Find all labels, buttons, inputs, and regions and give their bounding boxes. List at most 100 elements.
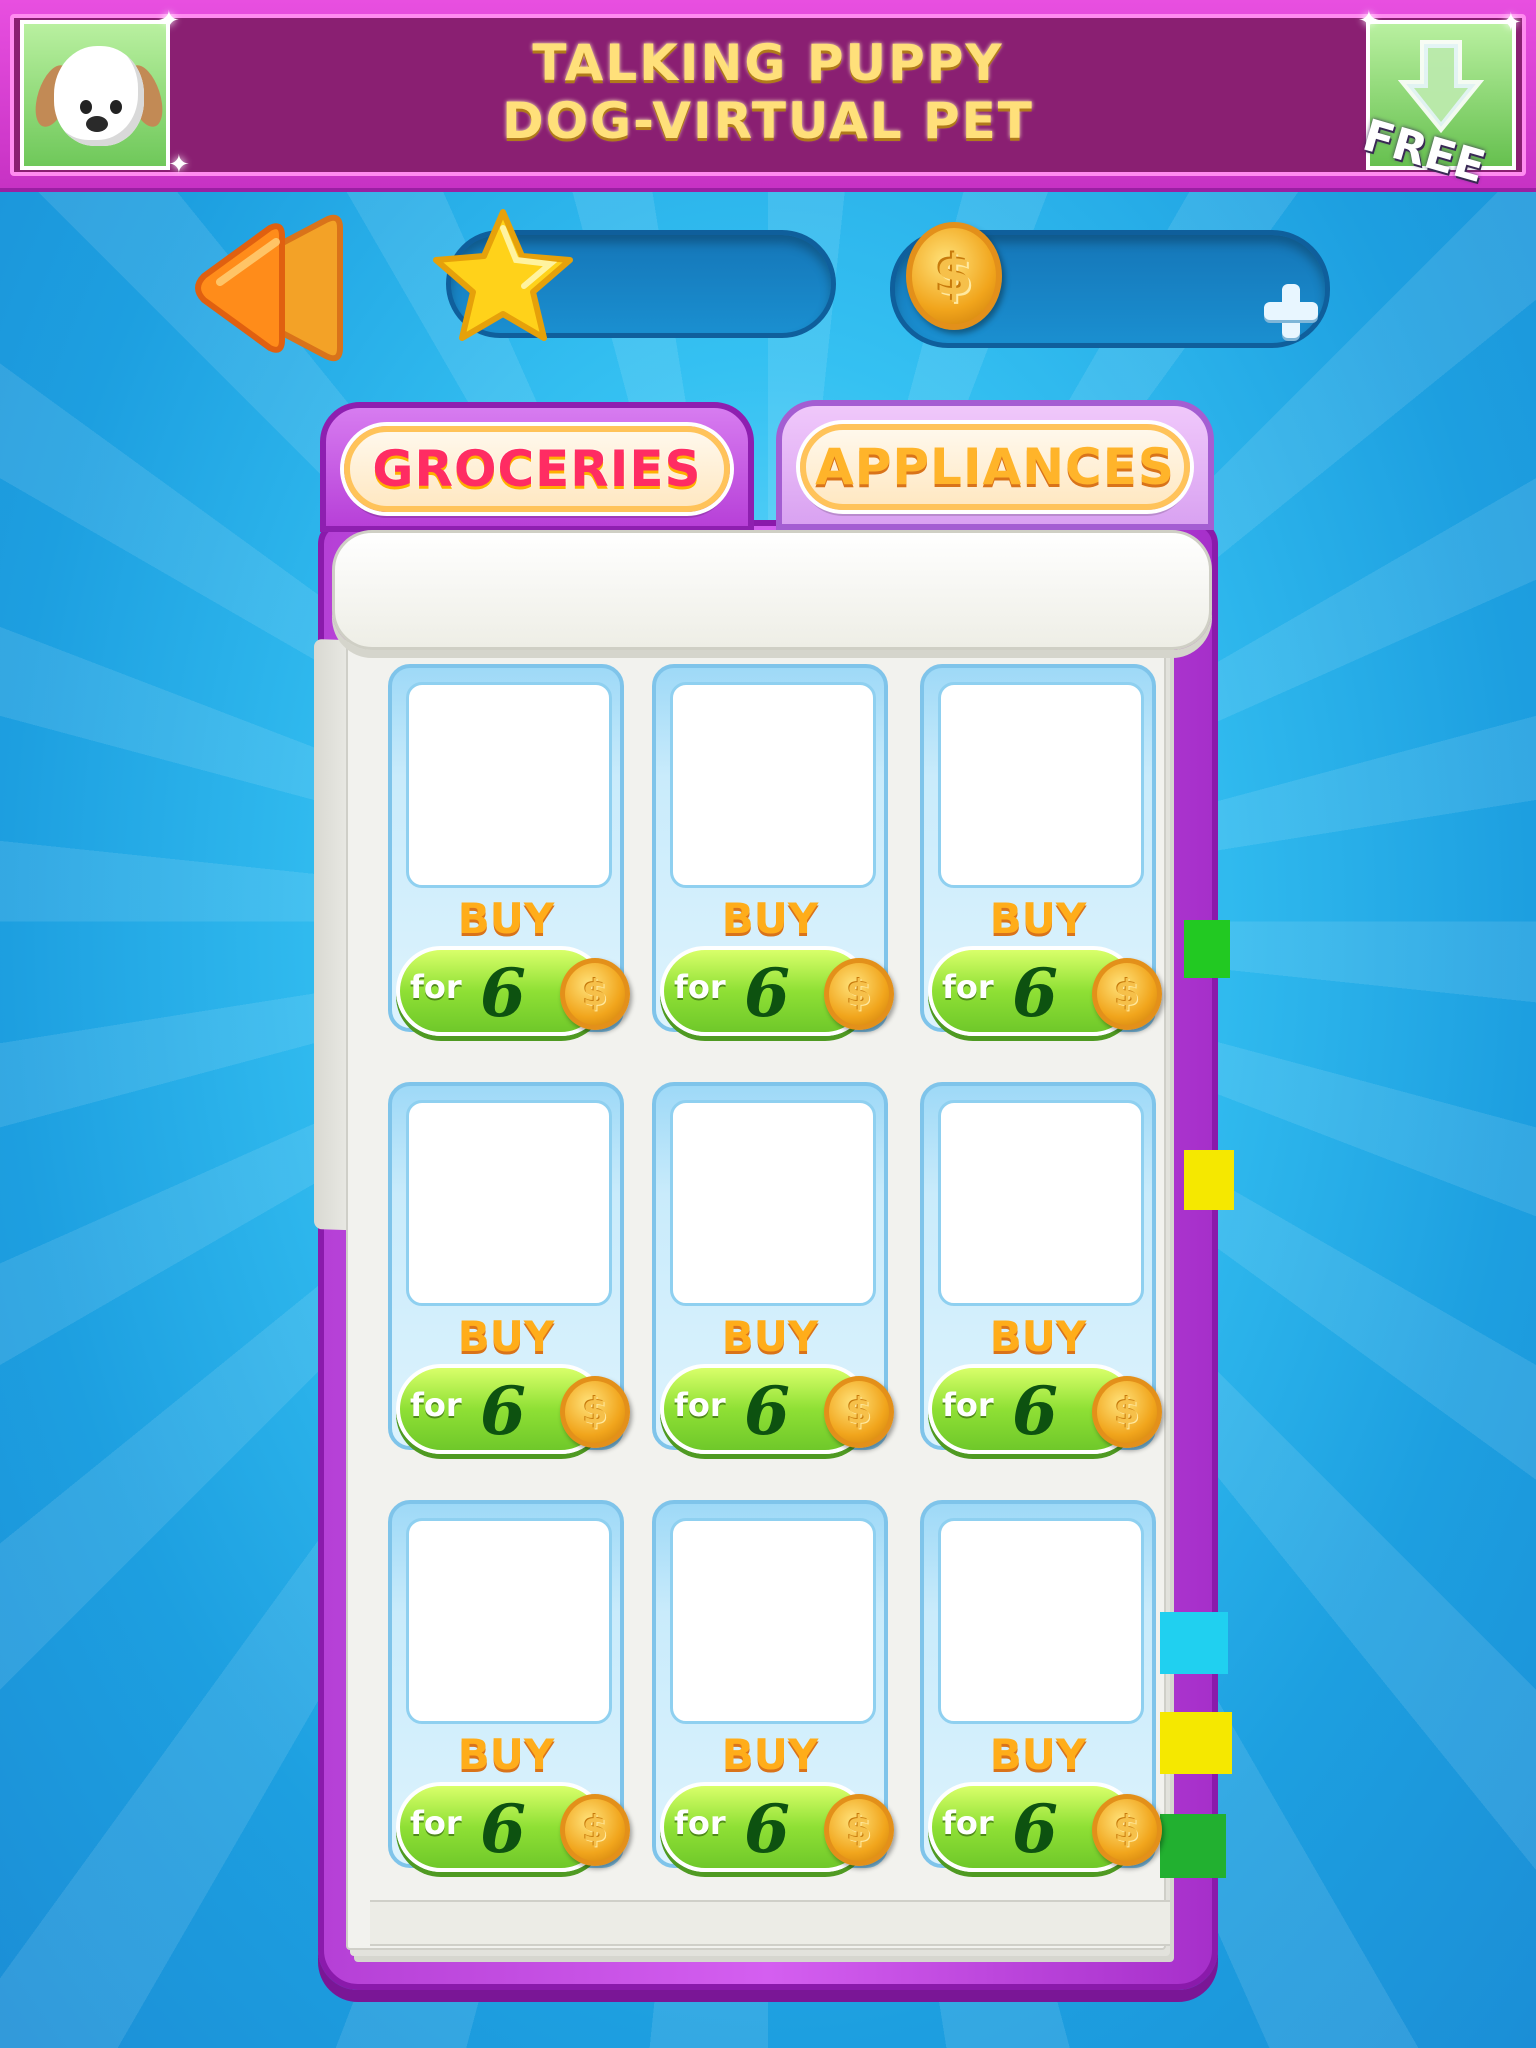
buy-label: BUY bbox=[989, 1730, 1087, 1779]
item-image-slot bbox=[938, 1518, 1144, 1724]
sparkle-icon: ✦ bbox=[168, 150, 190, 180]
shop-item-card[interactable]: BUY for 6 $ bbox=[652, 1500, 894, 1872]
coin-icon: $ bbox=[906, 222, 1002, 330]
sparkle-icon: ✦ bbox=[158, 6, 180, 36]
puppy-app-icon[interactable] bbox=[20, 20, 170, 170]
coin-icon: $ bbox=[560, 1794, 630, 1866]
buy-label: BUY bbox=[721, 1730, 819, 1779]
ad-title-line-1: TALKING PUPPY bbox=[532, 34, 1004, 92]
add-coins-button[interactable] bbox=[1262, 282, 1320, 340]
shop-item-card[interactable]: BUY for 6 $ bbox=[388, 1082, 630, 1454]
buy-button[interactable]: for 6 $ bbox=[928, 1364, 1162, 1454]
shop-item-card[interactable]: BUY for 6 $ bbox=[388, 664, 630, 1036]
coin-symbol: $ bbox=[846, 973, 872, 1014]
double-chevron-left-icon bbox=[195, 214, 343, 362]
coin-icon: $ bbox=[824, 1376, 894, 1448]
price-value: 6 bbox=[480, 954, 526, 1032]
shop-item-card[interactable]: BUY for 6 $ bbox=[652, 1082, 894, 1454]
buy-button[interactable]: for 6 $ bbox=[396, 946, 630, 1036]
tab-appliances[interactable]: APPLIANCES bbox=[776, 400, 1214, 530]
buy-label: BUY bbox=[457, 894, 555, 943]
back-button[interactable] bbox=[190, 208, 360, 368]
side-tab-cyan[interactable] bbox=[1160, 1612, 1228, 1674]
shop-item-card[interactable]: BUY for 6 $ bbox=[652, 664, 894, 1036]
shop-item-card[interactable]: BUY for 6 $ bbox=[388, 1500, 630, 1872]
ad-banner[interactable]: TALKING PUPPY DOG-VIRTUAL PET FREE ✦ ✦ ✦… bbox=[0, 0, 1536, 193]
coin-symbol: $ bbox=[846, 1809, 872, 1850]
price-for-label: for bbox=[942, 968, 994, 1006]
tab-groceries[interactable]: GROCERIES bbox=[320, 402, 754, 532]
price-value: 6 bbox=[480, 1790, 526, 1868]
coin-icon: $ bbox=[1092, 1794, 1162, 1866]
coin-symbol: $ bbox=[846, 1391, 872, 1432]
buy-button[interactable]: for 6 $ bbox=[928, 1782, 1162, 1872]
price-for-label: for bbox=[674, 1804, 726, 1842]
buy-button[interactable]: for 6 $ bbox=[660, 946, 894, 1036]
coin-symbol: $ bbox=[582, 973, 608, 1014]
ad-title-line-2: DOG-VIRTUAL PET bbox=[502, 92, 1034, 150]
tab-appliances-pill: APPLIANCES bbox=[800, 424, 1190, 510]
item-image-slot bbox=[938, 1100, 1144, 1306]
dog-eye-left bbox=[80, 100, 92, 114]
side-tab-yellow[interactable] bbox=[1160, 1712, 1232, 1774]
coin-icon: $ bbox=[824, 958, 894, 1030]
price-for-label: for bbox=[674, 1386, 726, 1424]
buy-label: BUY bbox=[457, 1312, 555, 1361]
coin-symbol: $ bbox=[582, 1809, 608, 1850]
item-image-slot bbox=[406, 1518, 612, 1724]
buy-button[interactable]: for 6 $ bbox=[396, 1782, 630, 1872]
coin-icon: $ bbox=[1092, 1376, 1162, 1448]
sparkle-icon: ✦ bbox=[1500, 8, 1522, 38]
buy-label: BUY bbox=[721, 894, 819, 943]
price-value: 6 bbox=[744, 1372, 790, 1450]
item-image-slot bbox=[670, 1518, 876, 1724]
shop-item-card[interactable]: BUY for 6 $ bbox=[920, 1500, 1162, 1872]
price-for-label: for bbox=[410, 1804, 462, 1842]
coin-symbol: $ bbox=[1114, 973, 1140, 1014]
item-image-slot bbox=[406, 682, 612, 888]
dog-eye-right bbox=[110, 100, 122, 114]
item-image-slot bbox=[670, 1100, 876, 1306]
coin-icon: $ bbox=[824, 1794, 894, 1866]
buy-label: BUY bbox=[989, 1312, 1087, 1361]
price-for-label: for bbox=[674, 968, 726, 1006]
page-stack-bottom bbox=[370, 1900, 1170, 1946]
tab-groceries-label: GROCERIES bbox=[372, 440, 702, 498]
price-value: 6 bbox=[480, 1372, 526, 1450]
price-for-label: for bbox=[942, 1804, 994, 1842]
price-value: 6 bbox=[1012, 954, 1058, 1032]
price-for-label: for bbox=[942, 1386, 994, 1424]
buy-label: BUY bbox=[989, 894, 1087, 943]
price-for-label: for bbox=[410, 968, 462, 1006]
buy-button[interactable]: for 6 $ bbox=[928, 946, 1162, 1036]
buy-button[interactable]: for 6 $ bbox=[660, 1364, 894, 1454]
item-image-slot bbox=[670, 682, 876, 888]
coin-symbol: $ bbox=[935, 244, 973, 307]
shop-item-card[interactable]: BUY for 6 $ bbox=[920, 1082, 1162, 1454]
buy-button[interactable]: for 6 $ bbox=[660, 1782, 894, 1872]
buy-label: BUY bbox=[457, 1730, 555, 1779]
tab-appliances-label: APPLIANCES bbox=[815, 438, 1175, 496]
coin-icon: $ bbox=[560, 1376, 630, 1448]
dog-nose bbox=[86, 116, 108, 132]
side-tab-green[interactable] bbox=[1184, 920, 1230, 978]
price-value: 6 bbox=[744, 1790, 790, 1868]
item-image-slot bbox=[406, 1100, 612, 1306]
coin-icon: $ bbox=[560, 958, 630, 1030]
buy-button[interactable]: for 6 $ bbox=[396, 1364, 630, 1454]
coin-symbol: $ bbox=[582, 1391, 608, 1432]
sparkle-icon: ✦ bbox=[1358, 6, 1380, 36]
item-image-slot bbox=[938, 682, 1144, 888]
side-tab-green[interactable] bbox=[1160, 1814, 1226, 1878]
side-tab-yellow[interactable] bbox=[1184, 1150, 1234, 1210]
tab-groceries-pill: GROCERIES bbox=[344, 426, 730, 512]
ad-banner-title[interactable]: TALKING PUPPY DOG-VIRTUAL PET bbox=[360, 34, 1176, 150]
price-value: 6 bbox=[744, 954, 790, 1032]
buy-label: BUY bbox=[721, 1312, 819, 1361]
price-value: 6 bbox=[1012, 1372, 1058, 1450]
shop-item-card[interactable]: BUY for 6 $ bbox=[920, 664, 1162, 1036]
page-top-roll bbox=[332, 530, 1212, 650]
coin-symbol: $ bbox=[1114, 1391, 1140, 1432]
coin-icon: $ bbox=[1092, 958, 1162, 1030]
dog-head bbox=[54, 46, 144, 146]
